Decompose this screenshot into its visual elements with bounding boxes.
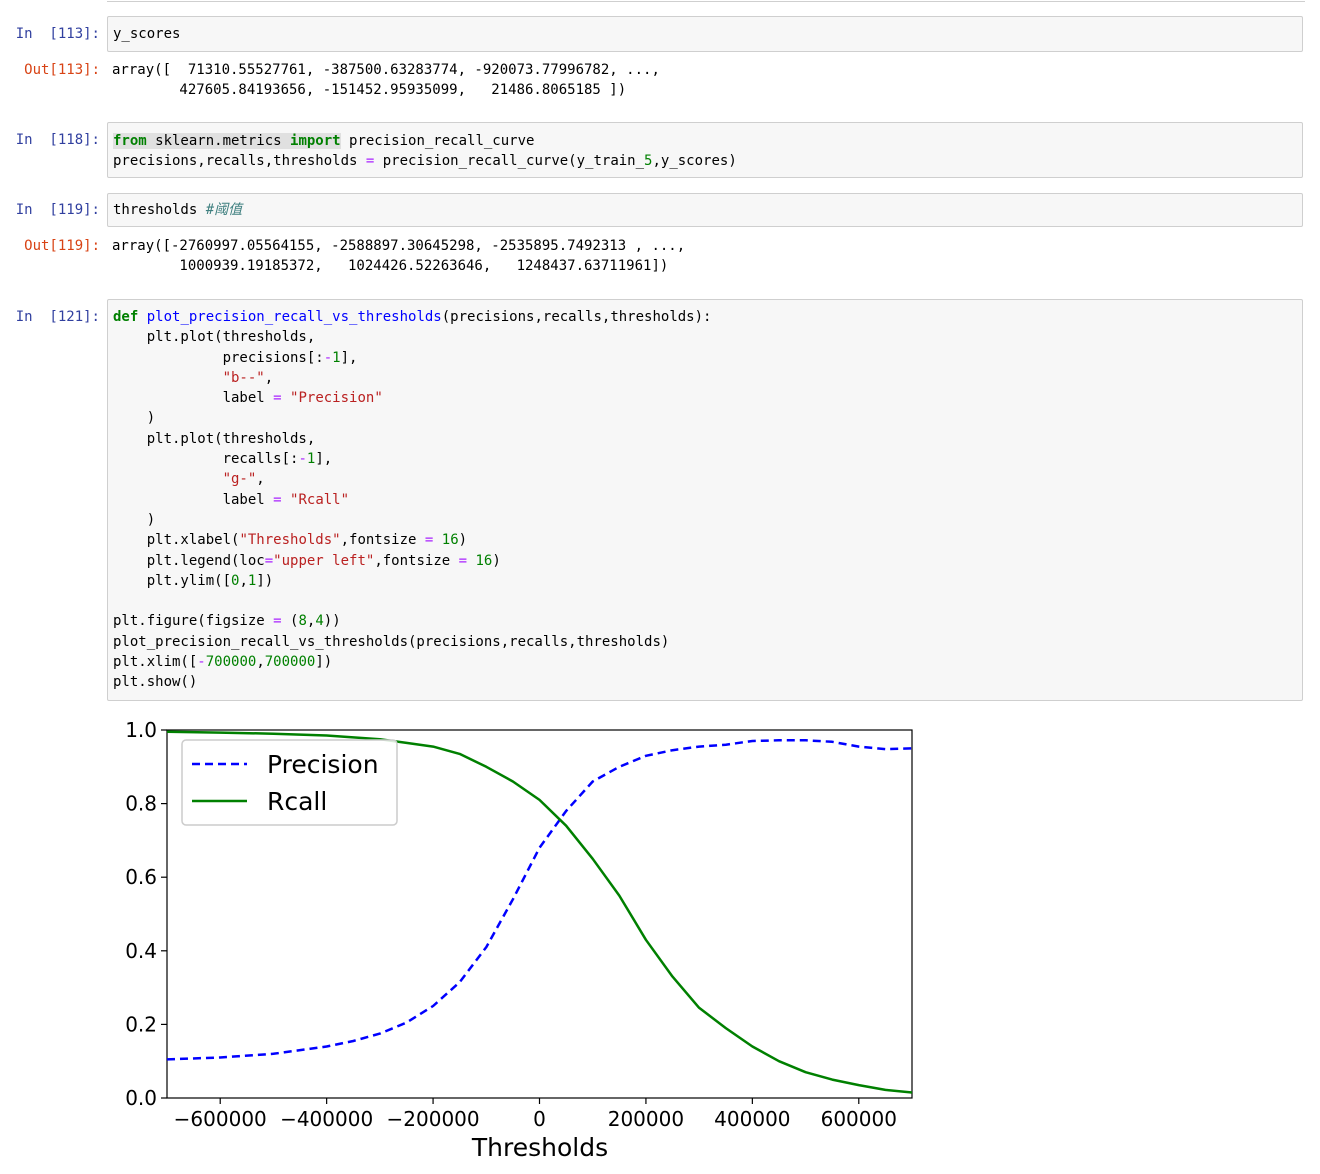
precision-recall-plot: −600000 −400000 −200000 0 200000 400000 600000… — [125, 718, 913, 1162]
code-input-cell-118[interactable]: from sklearn.metrics import precision_re… — [107, 122, 1303, 178]
x-axis-label: Thresholds — [471, 1133, 608, 1162]
previous-cell-border — [107, 0, 1305, 2]
code-text: from sklearn.metrics import precision_re… — [113, 133, 737, 170]
x-tick-label: 200000 — [608, 1107, 684, 1131]
legend-label-recall: Rcall — [267, 787, 327, 816]
y-tick-label: 0.6 — [125, 865, 157, 889]
code-text: thresholds #阈值 — [113, 202, 243, 218]
x-tick-label: 600000 — [821, 1107, 897, 1131]
x-tick-label: 400000 — [714, 1107, 790, 1131]
code-text: y_scores — [113, 26, 181, 42]
code-input-cell-113[interactable]: y_scores — [107, 16, 1303, 52]
x-tick-label: −600000 — [174, 1107, 267, 1131]
legend-label-precision: Precision — [267, 750, 379, 779]
code-text: def plot_precision_recall_vs_thresholds(… — [113, 309, 712, 691]
legend: Precision Rcall — [181, 739, 398, 826]
x-tick-label: −200000 — [387, 1107, 480, 1131]
input-prompt-121: In [121]: — [15, 309, 100, 325]
output-prompt-119: Out[119]: — [24, 238, 100, 254]
code-input-cell-119[interactable]: thresholds #阈值 — [107, 193, 1303, 227]
y-tick-label: 0.0 — [125, 1086, 157, 1110]
x-tick-label: 0 — [533, 1107, 546, 1131]
input-prompt-119: In [119]: — [15, 202, 100, 218]
x-tick-label: −400000 — [280, 1107, 373, 1131]
input-prompt-113: In [113]: — [15, 26, 100, 42]
code-input-cell-121[interactable]: def plot_precision_recall_vs_thresholds(… — [107, 299, 1303, 701]
output-text-119: array([-2760997.05564155, -2588897.30645… — [112, 238, 686, 274]
input-prompt-118: In [118]: — [15, 132, 100, 148]
y-tick-label: 0.2 — [125, 1012, 157, 1036]
y-tick-label: 0.8 — [125, 792, 157, 816]
output-text-113: array([ 71310.55527761, -387500.63283774… — [112, 62, 660, 98]
output-prompt-113: Out[113]: — [24, 62, 100, 78]
y-tick-label: 1.0 — [125, 718, 157, 742]
y-tick-label: 0.4 — [125, 939, 157, 963]
